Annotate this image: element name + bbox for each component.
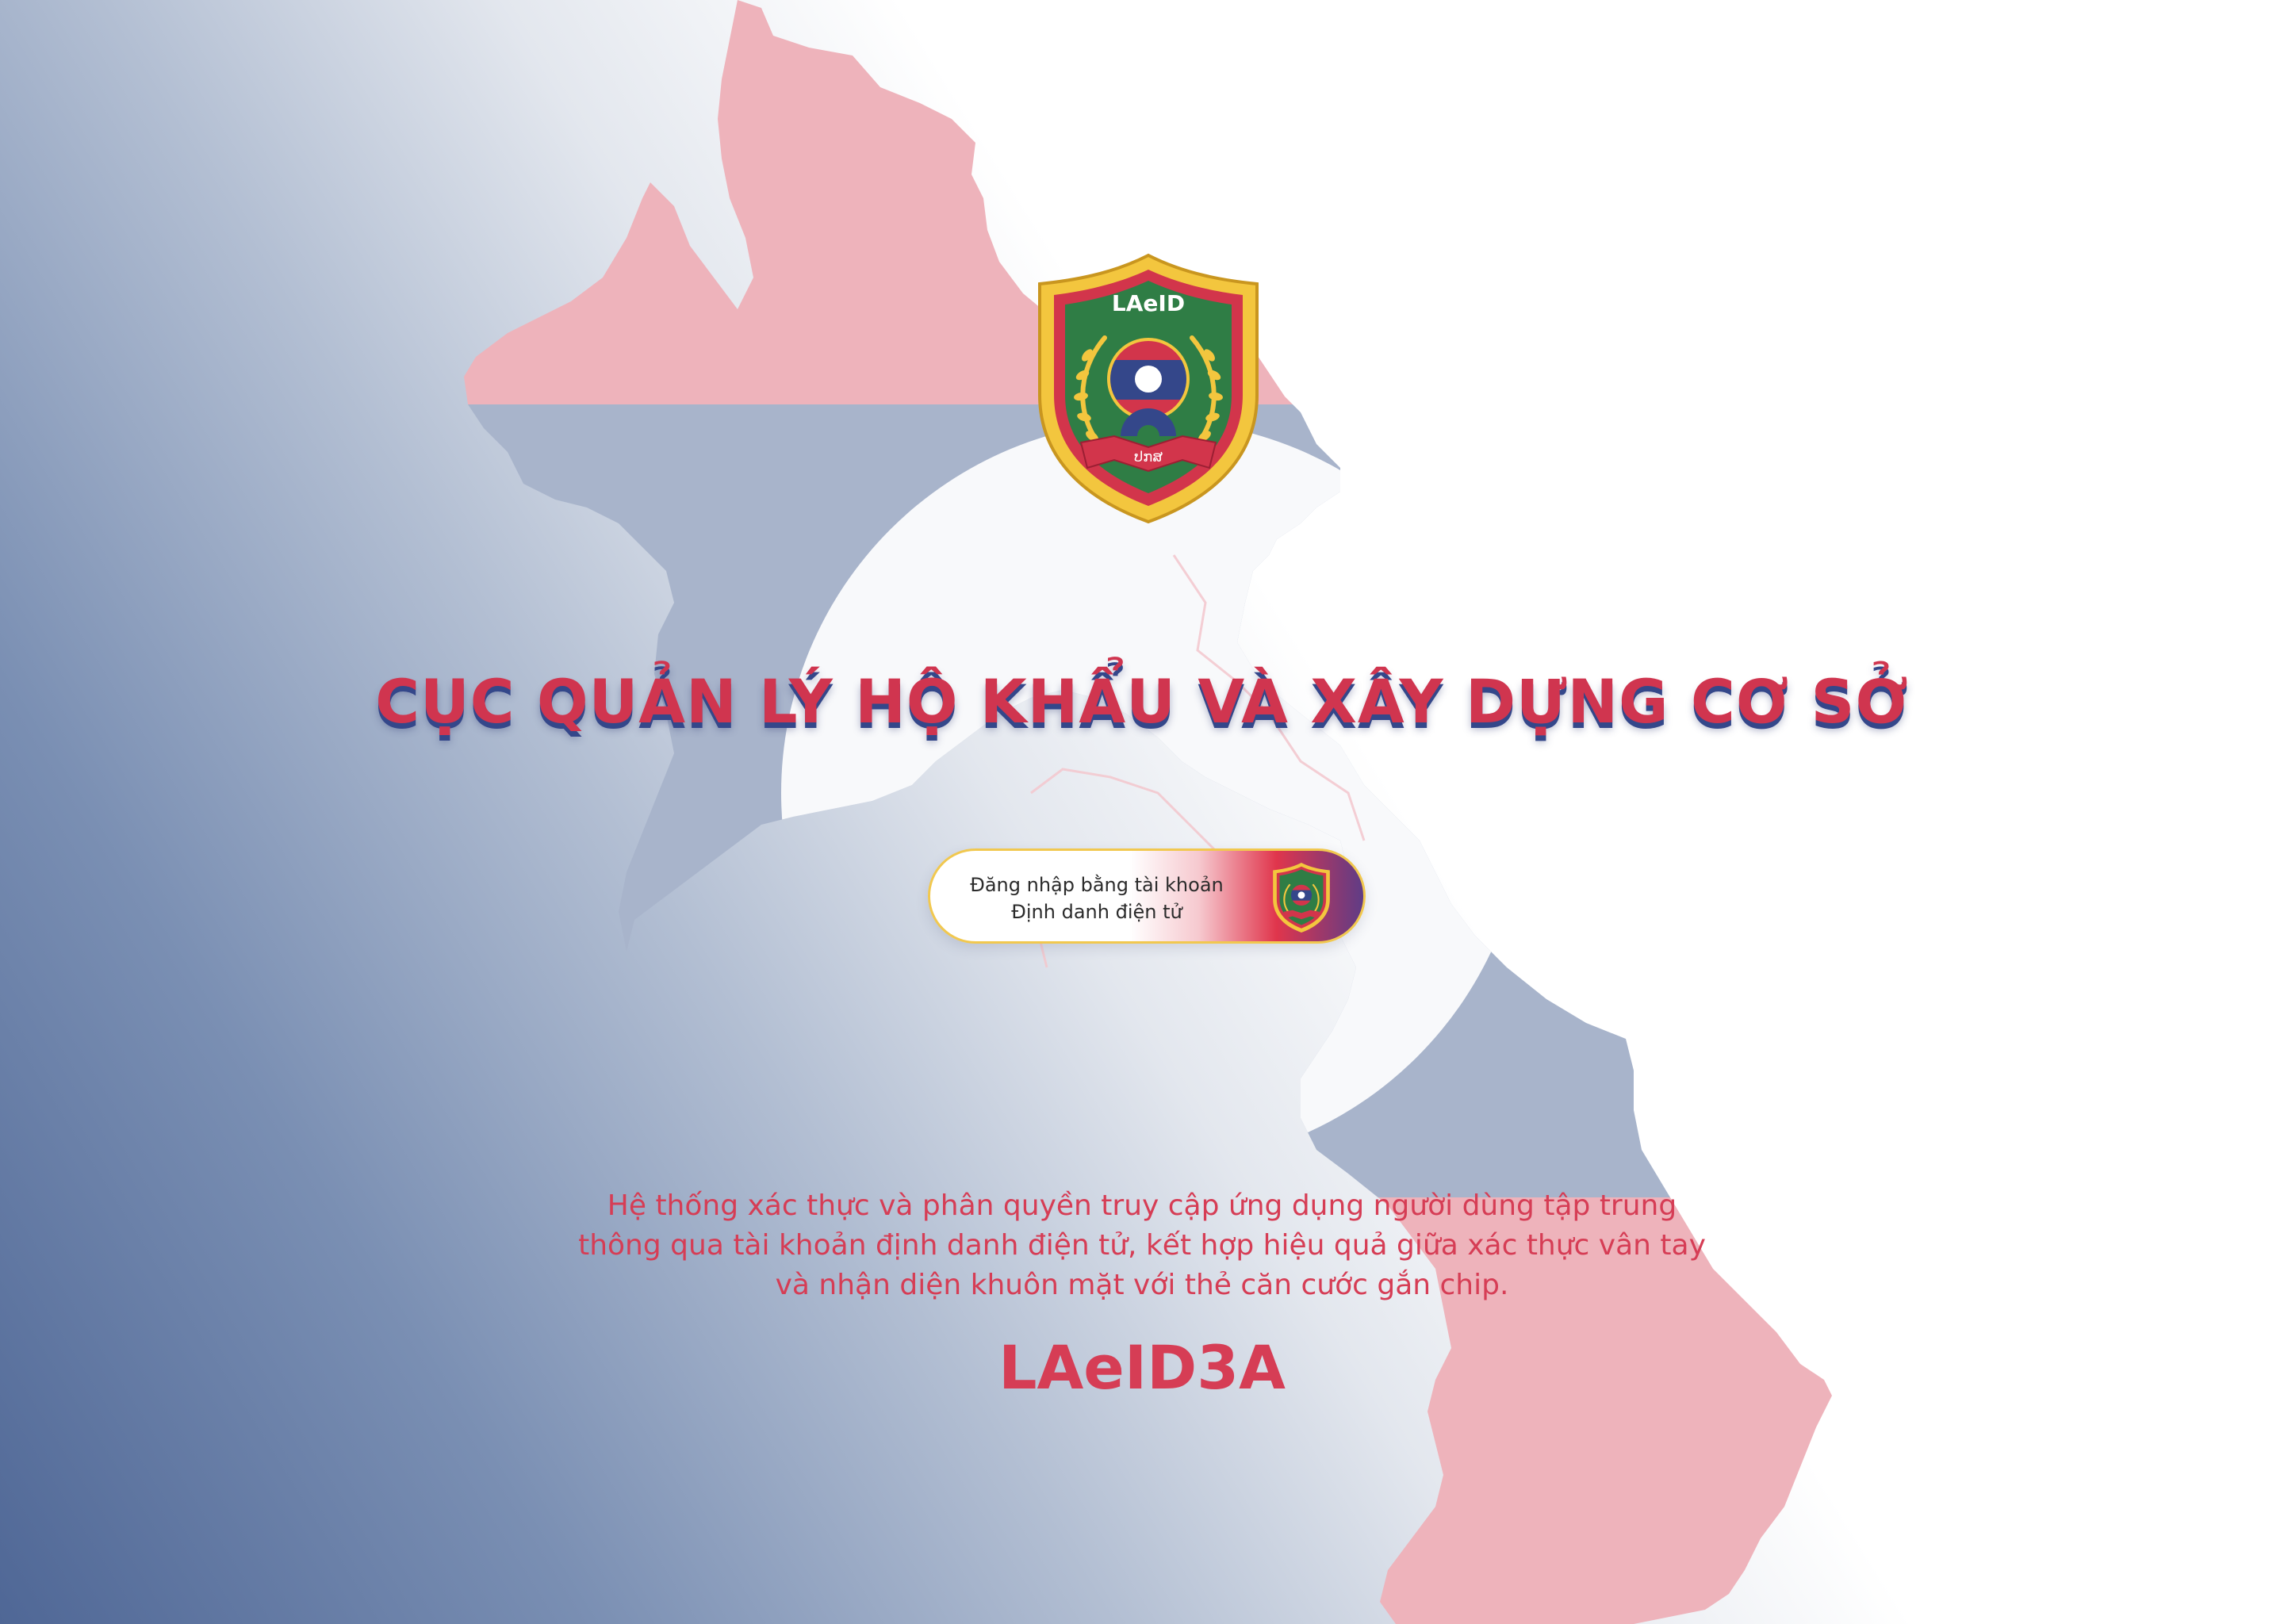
laeid-emblem-icon: LAeID ປກສ [1038,253,1259,524]
logo-brand-text: LAeID [1112,290,1185,316]
login-label-line1: Đăng nhập bằng tài khoản [970,874,1224,896]
laeid-small-logo-icon [1270,862,1332,933]
description-line2: thông qua tài khoản định danh điện tử, k… [578,1229,1706,1262]
logo-ribbon-text: ປກສ [1134,449,1163,465]
login-eid-button[interactable]: Đăng nhập bằng tài khoản Định danh điện … [928,848,1366,944]
login-button-label: Đăng nhập bằng tài khoản Định danh điện … [962,871,1232,925]
app-name: LAeID3A [998,1332,1286,1403]
laeid-logo: LAeID ປກສ [1035,252,1262,525]
description-line3: và nhận diện khuôn mặt với thẻ căn cước … [775,1269,1509,1301]
system-description: Hệ thống xác thực và phân quyền truy cập… [555,1186,1729,1305]
login-label-line2: Định danh điện tử [1011,901,1182,923]
description-line1: Hệ thống xác thực và phân quyền truy cập… [607,1189,1677,1222]
page-title: CỤC QUẢN LÝ HỘ KHẨU VÀ XÂY DỰNG CƠ SỞ [375,666,1909,737]
